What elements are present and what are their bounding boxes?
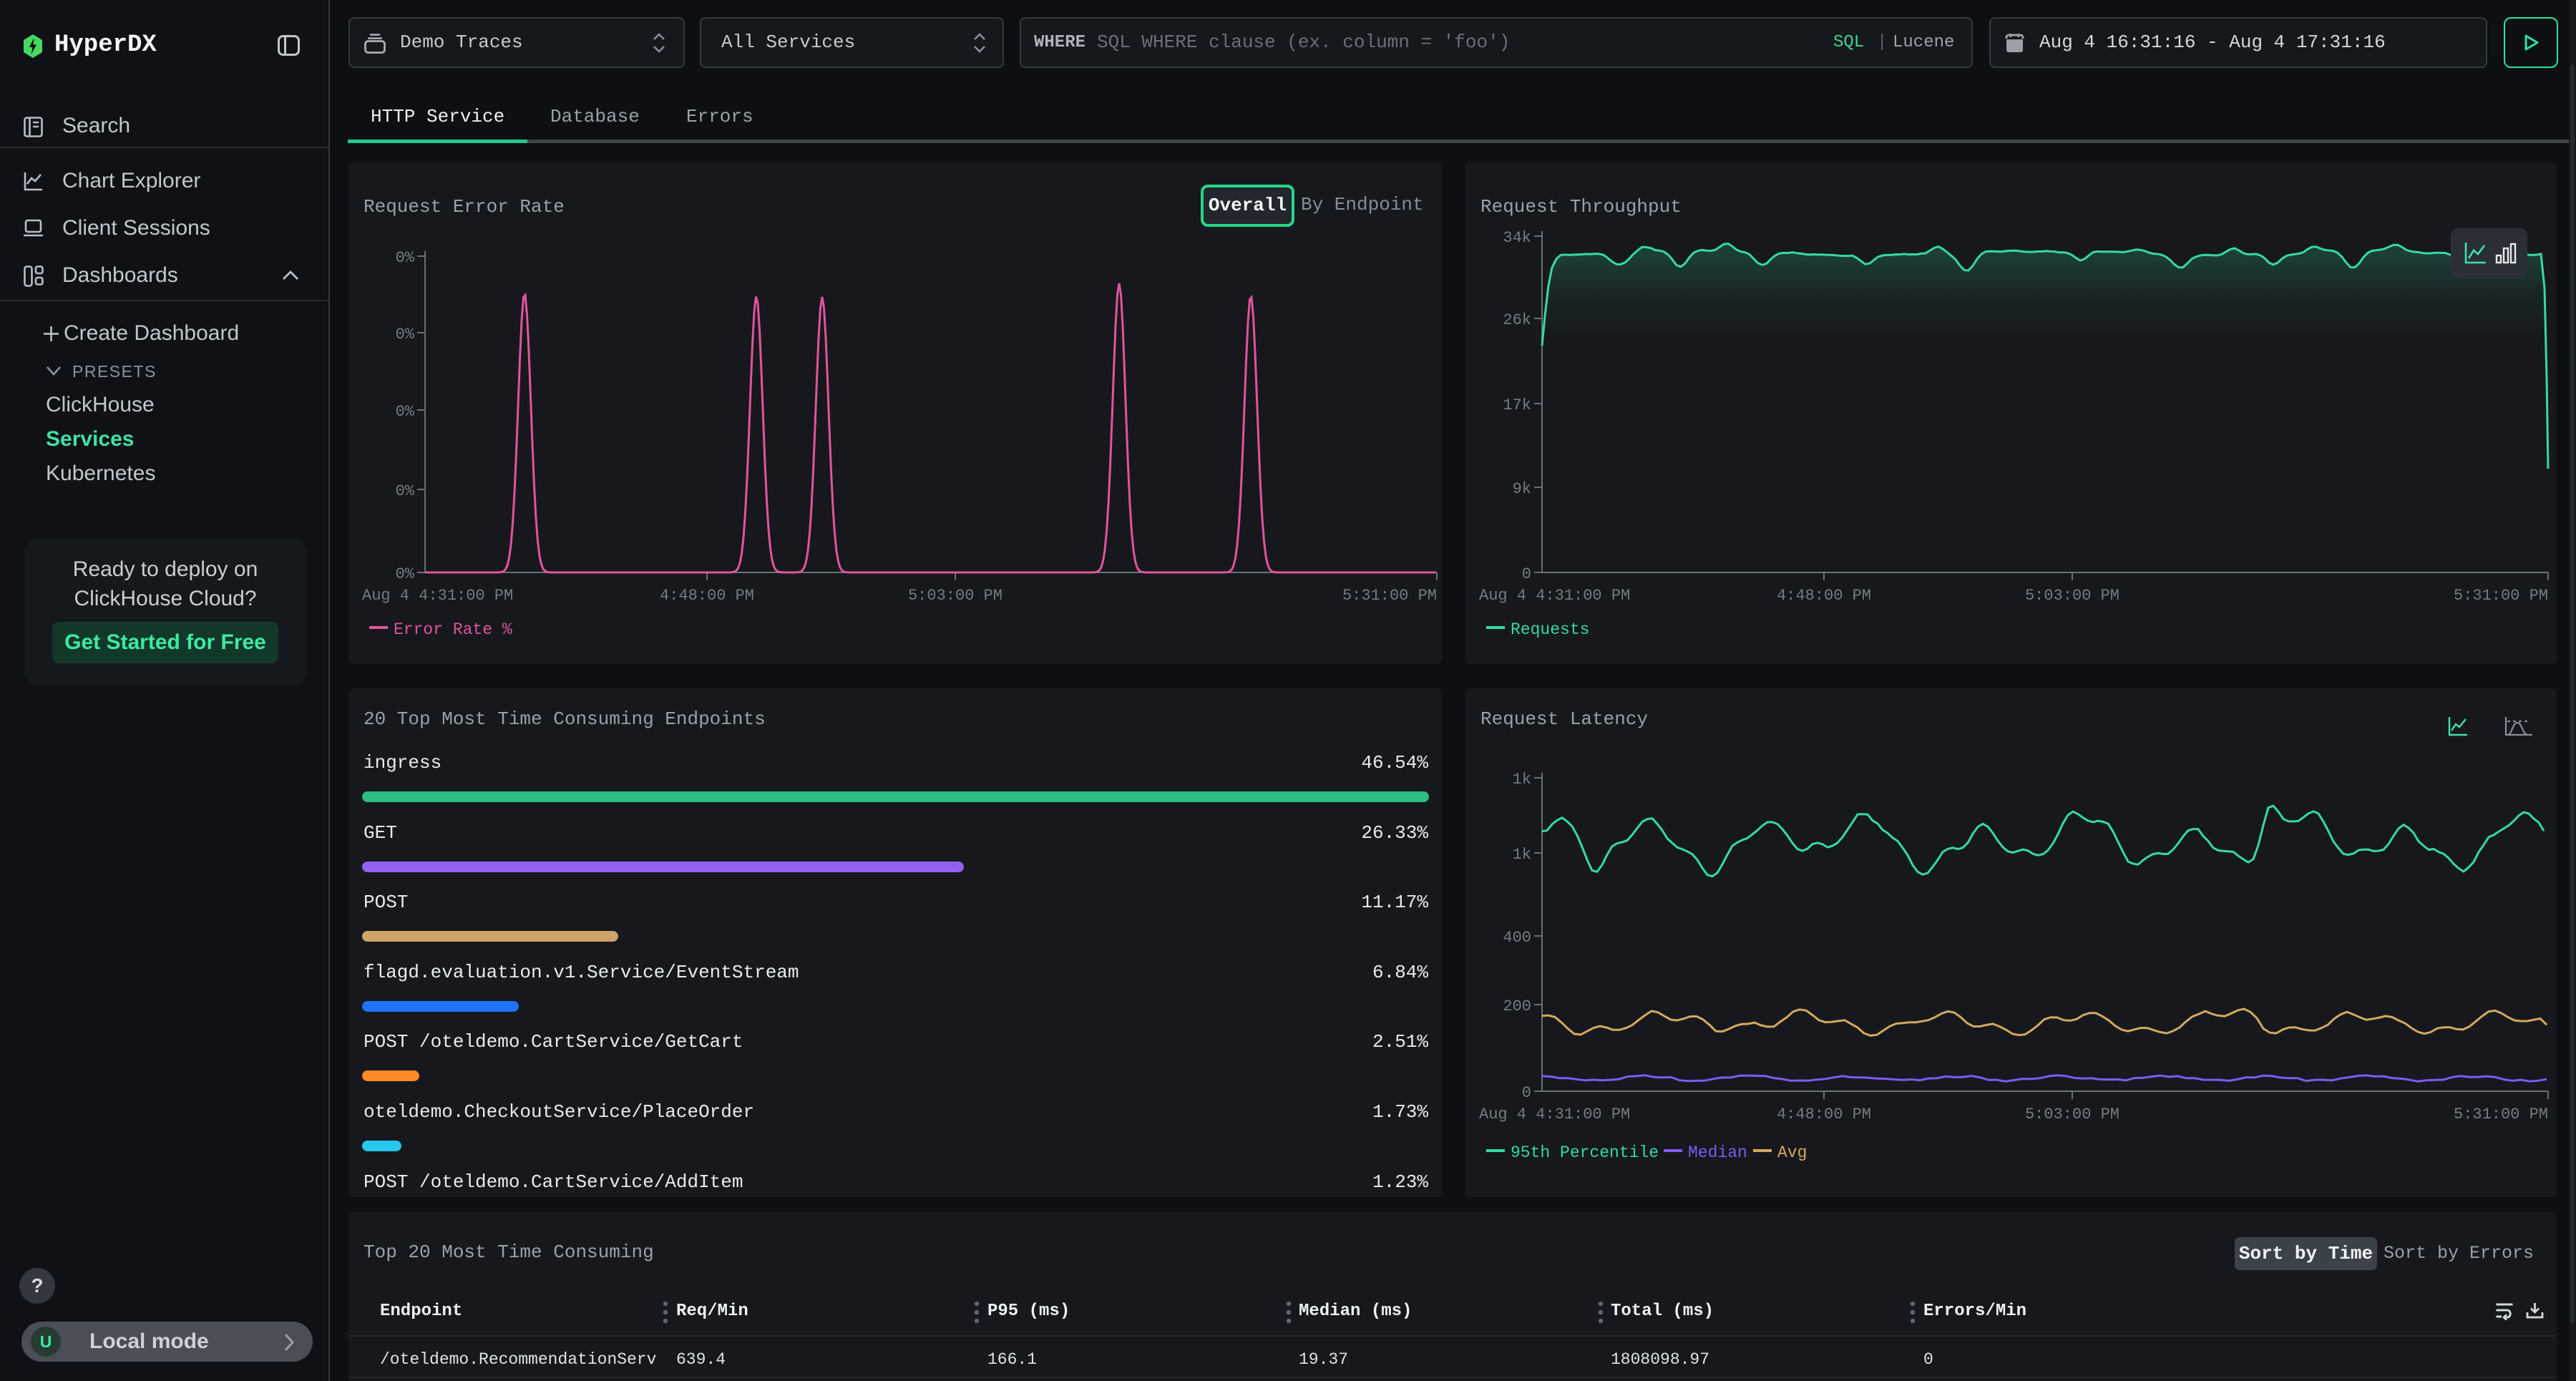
svg-text:Aug 4 4:31:00 PM: Aug 4 4:31:00 PM — [1479, 587, 1630, 605]
svg-text:Aug 4 4:31:00 PM: Aug 4 4:31:00 PM — [1479, 1106, 1630, 1123]
svg-text:4:48:00 PM: 4:48:00 PM — [1777, 1106, 1871, 1123]
svg-text:9k: 9k — [1513, 480, 1531, 498]
svg-text:5:31:00 PM: 5:31:00 PM — [2454, 587, 2548, 605]
svg-text:1k: 1k — [1513, 771, 1531, 789]
svg-text:0%: 0% — [396, 565, 415, 583]
svg-text:1k: 1k — [1513, 846, 1531, 864]
svg-text:5:31:00 PM: 5:31:00 PM — [1342, 587, 1437, 605]
svg-text:Median: Median — [1688, 1143, 1747, 1162]
svg-text:0: 0 — [1522, 1084, 1531, 1102]
svg-text:95th Percentile: 95th Percentile — [1511, 1143, 1659, 1162]
svg-text:Avg: Avg — [1777, 1143, 1807, 1162]
svg-text:5:31:00 PM: 5:31:00 PM — [2454, 1106, 2548, 1123]
svg-text:34k: 34k — [1503, 229, 1531, 247]
svg-text:0%: 0% — [396, 482, 415, 500]
svg-text:5:03:00 PM: 5:03:00 PM — [2025, 1106, 2119, 1123]
svg-text:0%: 0% — [396, 326, 415, 343]
svg-text:Error Rate %: Error Rate % — [394, 620, 512, 639]
svg-text:200: 200 — [1503, 997, 1531, 1015]
svg-text:Requests: Requests — [1511, 620, 1589, 639]
svg-text:5:03:00 PM: 5:03:00 PM — [908, 587, 1002, 605]
svg-text:0%: 0% — [396, 249, 415, 267]
svg-text:5:03:00 PM: 5:03:00 PM — [2025, 587, 2119, 605]
svg-text:17k: 17k — [1503, 396, 1531, 414]
svg-text:Aug 4 4:31:00 PM: Aug 4 4:31:00 PM — [362, 587, 513, 605]
svg-text:4:48:00 PM: 4:48:00 PM — [1777, 587, 1871, 605]
svg-text:400: 400 — [1503, 929, 1531, 947]
svg-text:0: 0 — [1522, 565, 1531, 583]
svg-text:0%: 0% — [396, 403, 415, 421]
svg-text:4:48:00 PM: 4:48:00 PM — [660, 587, 754, 605]
svg-text:26k: 26k — [1503, 311, 1531, 329]
